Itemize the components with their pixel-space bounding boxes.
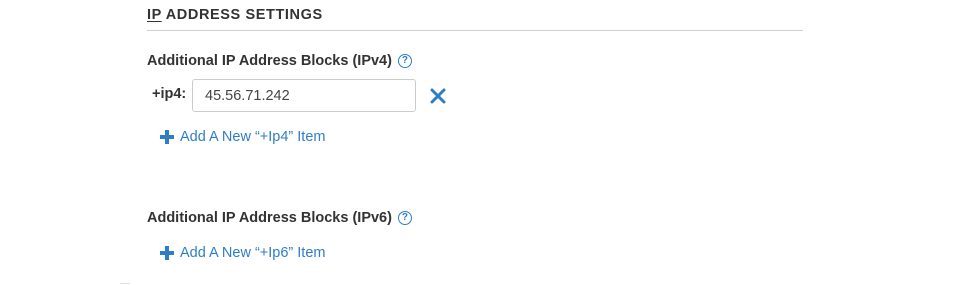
ipv6-help-icon[interactable]: ? <box>397 211 412 225</box>
add-ip6-item-label[interactable]: Add A New “+Ip6” Item <box>180 245 325 261</box>
ipv4-label-text: Additional IP Address Blocks (IPv4) <box>147 53 392 69</box>
add-ip4-item-button[interactable]: Add A New “+Ip4” Item <box>160 129 325 145</box>
edge-mark <box>120 283 130 284</box>
ip4-address-input[interactable] <box>192 79 416 112</box>
add-ip6-item-button[interactable]: Add A New “+Ip6” Item <box>160 245 325 261</box>
add-ip4-item-label[interactable]: Add A New “+Ip4” Item <box>180 129 325 145</box>
ipv6-block-label: Additional IP Address Blocks (IPv6) ? <box>147 210 412 226</box>
plus-icon <box>160 246 174 260</box>
section-divider <box>147 30 803 31</box>
section-title: IP ADDRESS SETTINGS <box>147 7 323 23</box>
ipv4-help-icon[interactable]: ? <box>397 54 412 68</box>
section-title-underlined: IP <box>147 7 162 23</box>
ipv4-block-label: Additional IP Address Blocks (IPv4) ? <box>147 53 412 69</box>
ipv6-label-text: Additional IP Address Blocks (IPv6) <box>147 210 392 226</box>
plus-icon <box>160 130 174 144</box>
section-title-rest: ADDRESS SETTINGS <box>161 7 323 23</box>
ip4-row-prefix: +ip4: <box>152 86 187 102</box>
remove-ip4-icon[interactable] <box>429 87 447 105</box>
